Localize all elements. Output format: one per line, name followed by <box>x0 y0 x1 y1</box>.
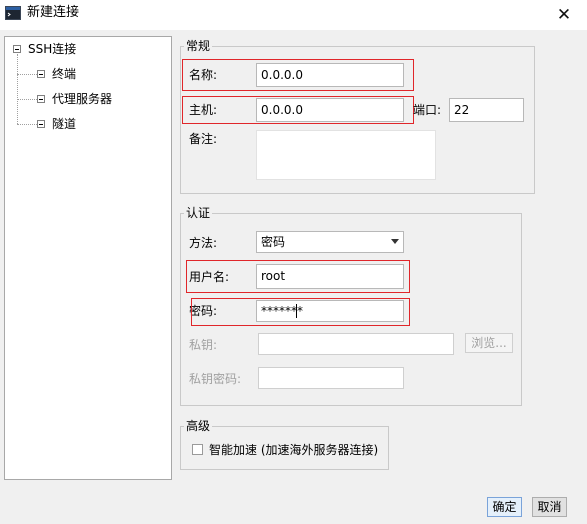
tree-item-ssh-connection[interactable]: SSH连接 <box>28 42 76 56</box>
tree-item-proxy-server[interactable]: 代理服务器 <box>52 92 112 106</box>
method-label: 方法: <box>189 236 218 250</box>
tree-connector <box>17 99 37 100</box>
terminal-window-icon <box>5 6 21 20</box>
general-group-title: 常规 <box>184 39 213 53</box>
key-password-field[interactable] <box>258 367 404 389</box>
remark-field[interactable] <box>256 130 436 180</box>
username-label: 用户名: <box>189 270 230 284</box>
method-select-value: 密码 <box>261 235 286 249</box>
tree-expander-minus-icon[interactable] <box>37 95 45 103</box>
port-field[interactable]: 22 <box>449 98 524 122</box>
password-field[interactable]: ******* <box>256 300 404 322</box>
port-label: 端口: <box>413 103 442 117</box>
username-field[interactable]: root <box>256 264 404 289</box>
host-label: 主机: <box>189 103 218 117</box>
password-label: 密码: <box>189 304 218 318</box>
tree-expander-minus-icon[interactable] <box>37 70 45 78</box>
tree-expander-minus-icon[interactable] <box>37 120 45 128</box>
remark-label: 备注: <box>189 132 218 146</box>
title-bar: 新建连接 ✕ <box>0 0 587 30</box>
tree-item-tunnel[interactable]: 隧道 <box>52 117 76 131</box>
ok-button[interactable]: 确定 <box>487 497 522 517</box>
smart-accel-label[interactable]: 智能加速 (加速海外服务器连接) <box>209 443 378 457</box>
tree-connector <box>17 124 37 125</box>
host-field[interactable]: 0.0.0.0 <box>256 98 404 122</box>
text-caret <box>296 304 297 318</box>
window-title: 新建连接 <box>27 5 80 20</box>
tree-connector <box>17 74 37 75</box>
close-icon: ✕ <box>556 5 572 25</box>
name-label: 名称: <box>189 68 218 82</box>
method-select[interactable]: 密码 <box>256 231 404 253</box>
connection-tree: SSH连接 终端 代理服务器 隧道 <box>4 36 172 480</box>
advanced-group-title: 高级 <box>184 419 213 433</box>
close-button[interactable]: ✕ <box>541 0 587 30</box>
private-key-field[interactable] <box>258 333 454 355</box>
smart-accel-checkbox[interactable] <box>192 444 203 455</box>
tree-expander-minus-icon[interactable] <box>13 45 21 53</box>
cancel-button[interactable]: 取消 <box>532 497 567 517</box>
browse-button[interactable]: 浏览... <box>465 333 513 353</box>
chevron-down-icon <box>391 239 399 244</box>
private-key-label: 私钥: <box>189 338 218 352</box>
name-field[interactable]: 0.0.0.0 <box>256 63 404 87</box>
tree-item-terminal[interactable]: 终端 <box>52 67 76 81</box>
auth-group-title: 认证 <box>184 206 213 220</box>
key-password-label: 私钥密码: <box>189 372 242 386</box>
tree-connector <box>17 54 18 124</box>
